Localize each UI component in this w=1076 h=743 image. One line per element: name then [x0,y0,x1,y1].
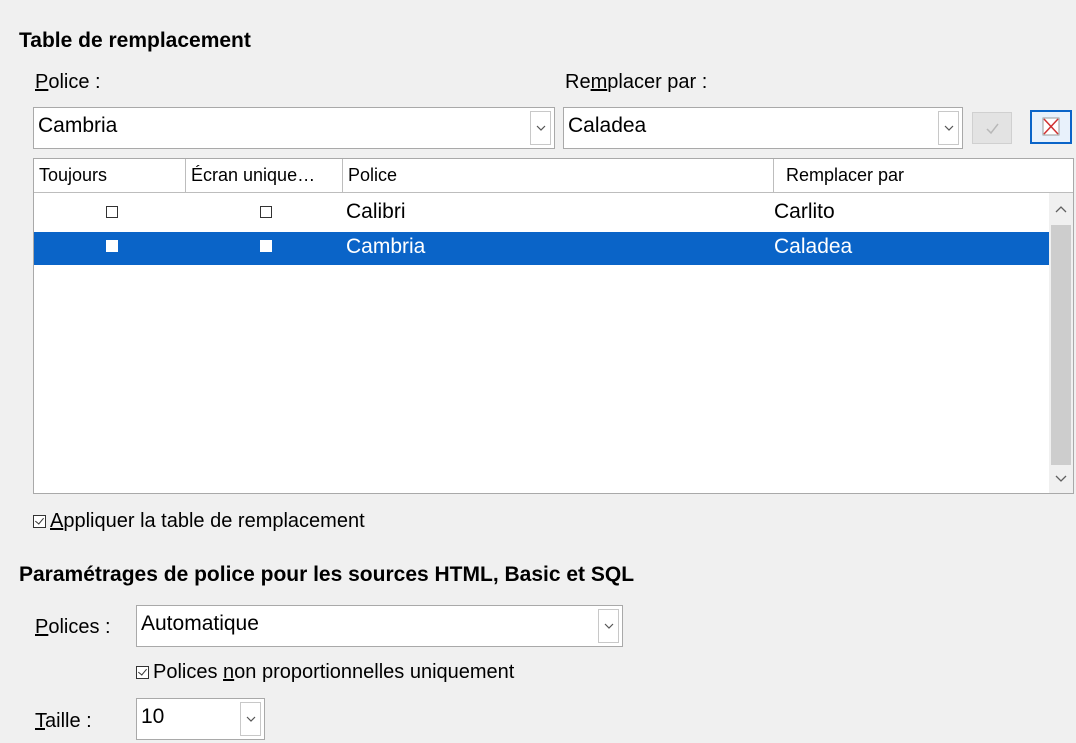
table-scrollbar[interactable] [1049,193,1073,493]
non-proportional-checkbox[interactable]: Polices non proportionnelles uniquement [136,661,514,684]
always-checkbox[interactable] [106,206,118,218]
font-combobox[interactable]: Cambria [33,107,555,149]
replace-with-label: Remplacer par : [565,71,708,93]
table-row-selected[interactable]: Cambria Caladea [34,232,1049,265]
apply-replacement-button[interactable] [972,112,1012,144]
source-fonts-title: Paramétrages de police pour les sources … [19,563,635,586]
checkmark-icon [986,123,999,135]
apply-table-checkbox[interactable]: Appliquer la table de remplacement [33,510,365,533]
column-header-always[interactable]: Toujours [34,159,186,193]
scroll-up-icon [1055,206,1067,213]
fonts-combobox-value: Automatique [141,612,259,635]
scroll-down-icon [1055,475,1067,482]
size-label: Taille : [35,710,92,732]
checkbox-checked-icon[interactable] [136,666,149,679]
replacement-table[interactable]: Toujours Écran unique… Police Remplacer … [33,158,1074,494]
replacement-table-title: Table de remplacement [19,29,251,52]
chevron-down-icon [536,125,545,131]
column-header-font[interactable]: Police [343,159,774,193]
always-checkbox[interactable] [106,240,118,252]
chevron-down-icon [944,125,953,131]
chevron-down-icon [246,716,255,722]
font-combobox-value: Cambria [38,114,118,137]
column-header-replace-with[interactable]: Remplacer par [774,159,1073,193]
font-cell: Calibri [346,200,406,223]
screen-only-checkbox[interactable] [260,240,272,252]
column-header-screen-only[interactable]: Écran unique… [186,159,343,193]
chevron-down-icon [604,623,613,629]
fonts-label: Polices : [35,616,111,638]
screen-only-checkbox[interactable] [260,206,272,218]
replace-cell: Caladea [774,235,853,258]
font-dropdown-button[interactable] [530,111,551,145]
delete-x-icon [1042,117,1060,136]
size-combobox[interactable]: 10 [136,698,265,740]
delete-replacement-button[interactable] [1030,110,1072,144]
size-dropdown-button[interactable] [240,702,261,736]
replace-with-combobox[interactable]: Caladea [563,107,963,149]
scroll-thumb[interactable] [1051,225,1071,465]
checkbox-checked-icon[interactable] [33,515,46,528]
font-cell: Cambria [346,235,426,258]
fonts-combobox[interactable]: Automatique [136,605,623,647]
table-row[interactable]: Calibri Carlito [34,196,1049,232]
replace-with-dropdown-button[interactable] [938,111,959,145]
size-combobox-value: 10 [141,705,165,728]
replace-cell: Carlito [774,200,835,223]
fonts-dropdown-button[interactable] [598,609,619,643]
replace-with-combobox-value: Caladea [568,114,647,137]
font-label: Police : [35,71,101,93]
